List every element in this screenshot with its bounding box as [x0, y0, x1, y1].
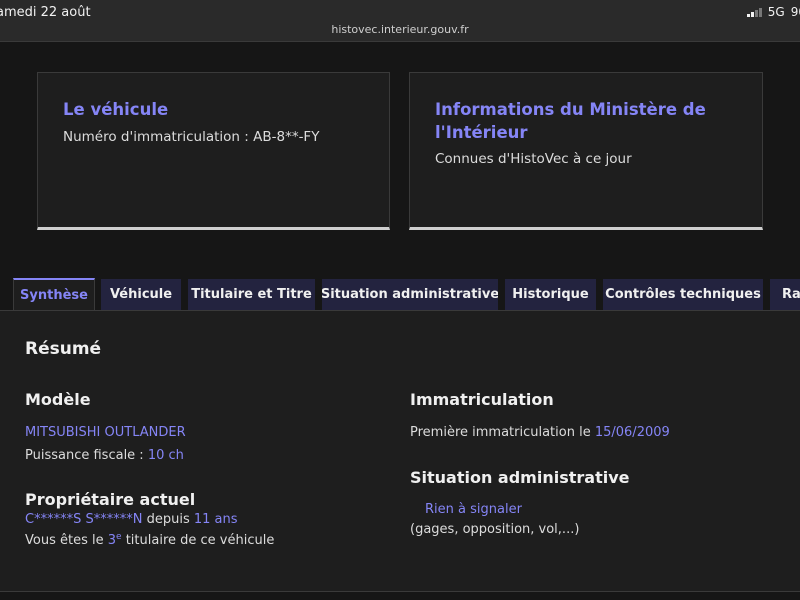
- tab-rapport[interactable]: Rap: [770, 279, 800, 310]
- address-bar-url[interactable]: histovec.interieur.gouv.fr: [0, 23, 800, 36]
- ministry-card-title: Informations du Ministère de l'Intérieur: [435, 100, 706, 142]
- tab-controles-techniques[interactable]: Contrôles techniques: [603, 279, 763, 310]
- owner-heading: Propriétaire actuel: [25, 490, 196, 509]
- vehicle-card-title: Le véhicule: [63, 100, 169, 119]
- owner-rank-number: 3e: [107, 532, 122, 548]
- owner-rank-suffix: e: [116, 532, 122, 542]
- fiscal-power: Puissance fiscale : 10 ch: [25, 448, 184, 463]
- owner-since-value: 11 ans: [193, 512, 238, 527]
- owner-line: C******S S******N depuis 11 ans: [25, 512, 238, 527]
- tab-historique[interactable]: Historique: [505, 279, 596, 310]
- model-name: MITSUBISHI OUTLANDER: [25, 425, 186, 440]
- tab-vehicule[interactable]: Véhicule: [101, 279, 181, 310]
- ministry-card-text: Connues d'HistoVec à ce jour: [435, 151, 632, 167]
- owner-rank-line: Vous êtes le 3e titulaire de ce véhicule: [25, 532, 274, 548]
- status-bar: amedi 22 août 5G 90 histovec.interieur.g…: [0, 0, 800, 42]
- registration-heading: Immatriculation: [410, 390, 554, 409]
- admin-status-value: Rien à signaler: [425, 502, 522, 517]
- status-indicators: 5G 90: [746, 5, 800, 19]
- owner-since-label: depuis: [146, 512, 190, 527]
- fiscal-power-value: 10 ch: [147, 448, 184, 463]
- admin-status-details: (gages, opposition, vol,...): [410, 522, 580, 537]
- ministry-info-card: Informations du Ministère de l'Intérieur…: [409, 72, 763, 230]
- summary-heading: Résumé: [25, 339, 102, 359]
- tab-titulaire-titre[interactable]: Titulaire et Titre: [188, 279, 315, 310]
- cellular-signal-icon: [746, 7, 762, 17]
- tab-synthese[interactable]: Synthèse: [13, 278, 95, 311]
- network-type: 5G: [767, 5, 785, 19]
- admin-status-heading: Situation administrative: [410, 468, 630, 487]
- model-heading: Modèle: [25, 390, 91, 409]
- first-registration: Première immatriculation le 15/06/2009: [410, 425, 670, 440]
- owner-name: C******S S******N: [25, 512, 143, 527]
- owner-rank-digit: 3: [107, 533, 117, 548]
- battery-level: 90: [790, 5, 800, 19]
- first-registration-date: 15/06/2009: [594, 425, 670, 440]
- owner-rank-text: titulaire de ce véhicule: [125, 533, 275, 548]
- status-date: amedi 22 août: [0, 5, 91, 20]
- plate-number-text: Numéro d'immatriculation : AB-8**-FY: [63, 129, 320, 145]
- owner-rank-prefix: Vous êtes le: [25, 533, 104, 548]
- first-registration-label: Première immatriculation le: [410, 425, 591, 440]
- tab-situation-administrative[interactable]: Situation administrative: [322, 279, 498, 310]
- vehicle-card: Le véhicule Numéro d'immatriculation : A…: [37, 72, 390, 230]
- fiscal-power-label: Puissance fiscale :: [25, 448, 144, 463]
